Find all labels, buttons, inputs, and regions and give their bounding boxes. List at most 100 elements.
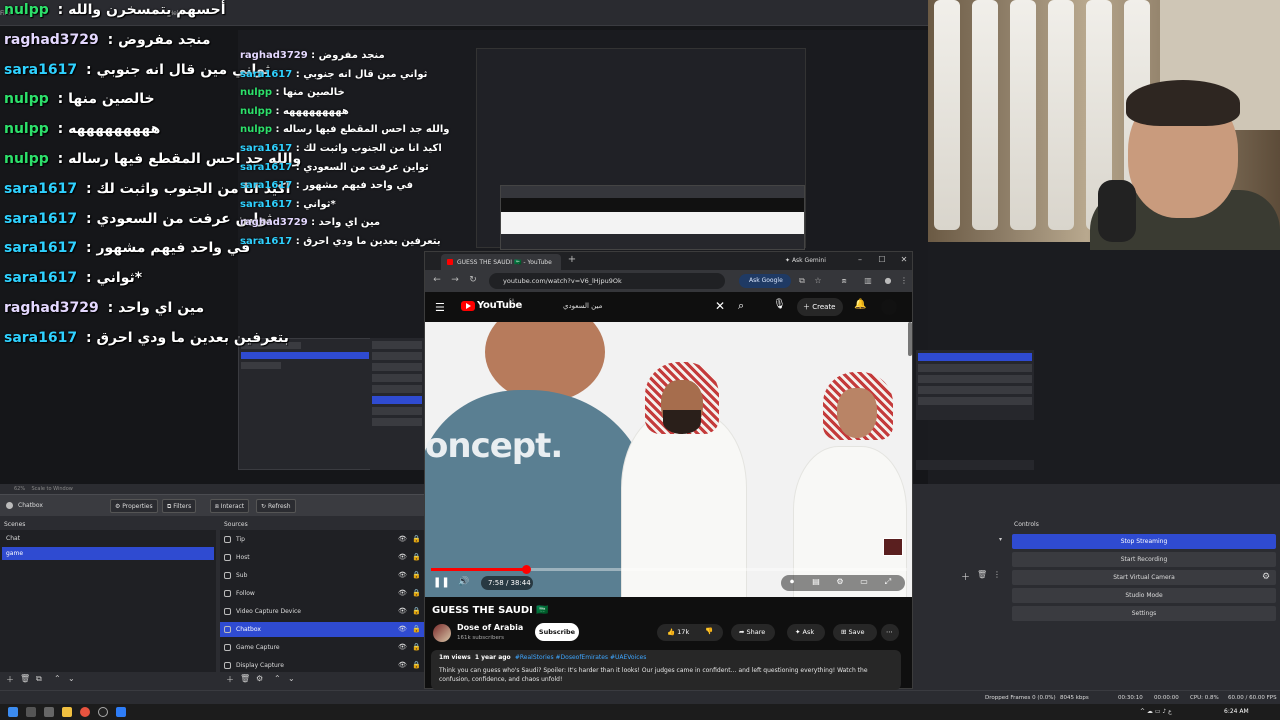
remove-source-icon[interactable]: 🗑: [240, 674, 250, 683]
clear-search-icon[interactable]: ✕: [715, 299, 725, 313]
youtube-search-input[interactable]: مين السعودي: [563, 302, 713, 310]
maximize-button[interactable]: ☐: [875, 255, 889, 267]
screenshot-icon[interactable]: ⧉: [797, 276, 807, 286]
more-actions-icon[interactable]: ⋯: [881, 624, 899, 641]
settings-gear-icon[interactable]: ⚙: [833, 577, 847, 589]
obs-icon[interactable]: [98, 707, 108, 717]
subtitles-icon[interactable]: ▤: [809, 577, 823, 589]
lock-icon[interactable]: 🔒: [412, 661, 421, 669]
system-tray[interactable]: ^ ☁ ▭ ♪ ع: [1140, 708, 1172, 715]
control-button[interactable]: Settings: [1012, 606, 1276, 621]
profile-icon[interactable]: ●: [883, 276, 893, 286]
new-tab-button[interactable]: +: [565, 254, 579, 268]
create-button[interactable]: ＋ Create: [797, 298, 843, 316]
transition-menu-icon[interactable]: ⋮: [993, 570, 1001, 579]
lock-icon[interactable]: 🔒: [412, 607, 421, 615]
start-icon[interactable]: [8, 707, 18, 717]
control-button[interactable]: Stop Streaming: [1012, 534, 1276, 549]
remove-scene-icon[interactable]: 🗑: [20, 674, 30, 683]
filters-button[interactable]: ⧉ Filters: [162, 499, 197, 513]
chrome-icon[interactable]: [80, 707, 90, 717]
move-down-icon[interactable]: ⌄: [68, 674, 75, 683]
remove-transition-icon[interactable]: 🗑: [977, 570, 987, 579]
browser-window[interactable]: GUESS THE SAUDI 🇸🇦 - YouTube + ✦ Ask Gem…: [424, 251, 913, 690]
reload-icon[interactable]: ↻: [467, 275, 479, 287]
scale-label[interactable]: Scale to Window: [31, 486, 72, 492]
scene-item[interactable]: Chat: [2, 532, 214, 545]
source-item[interactable]: Game Capture 👁 🔒: [220, 640, 424, 655]
video-player[interactable]: oncept. ❚❚ 🔊 7:58 / 38:44 ⏺ ▤ ⚙ ▭ ⤢: [425, 322, 912, 597]
source-item[interactable]: Host 👁 🔒: [220, 550, 424, 565]
pause-icon[interactable]: ❚❚: [433, 577, 450, 591]
source-item[interactable]: Display Capture 👁 🔒: [220, 658, 424, 673]
description-box[interactable]: 1m views 1 year ago #RealStories #Doseof…: [431, 650, 901, 690]
bookmark-star-icon[interactable]: ☆: [813, 276, 823, 286]
dislike-icon[interactable]: 👎: [705, 627, 713, 635]
add-source-icon[interactable]: ＋: [226, 674, 234, 685]
visibility-eye-icon[interactable]: 👁: [398, 589, 407, 597]
minimize-button[interactable]: –: [853, 255, 867, 267]
source-item[interactable]: Sub 👁 🔒: [220, 568, 424, 583]
scene-item[interactable]: game: [2, 547, 214, 560]
close-window-button[interactable]: ✕: [897, 255, 911, 267]
youtube-logo-text[interactable]: YouTube: [477, 300, 522, 311]
visibility-eye-icon[interactable]: 👁: [398, 607, 407, 615]
visibility-eye-icon[interactable]: 👁: [398, 625, 407, 633]
lock-icon[interactable]: 🔒: [412, 625, 421, 633]
visibility-eye-icon[interactable]: 👁: [398, 643, 407, 651]
interact-button[interactable]: ⧈ Interact: [210, 499, 250, 513]
visibility-eye-icon[interactable]: 👁: [398, 571, 407, 579]
source-properties-icon[interactable]: ⚙: [256, 674, 263, 683]
lock-icon[interactable]: 🔒: [412, 535, 421, 543]
source-up-icon[interactable]: ⌃: [274, 674, 281, 683]
extensions-icon[interactable]: ⧈: [839, 276, 849, 286]
theater-mode-icon[interactable]: ▭: [857, 577, 871, 589]
move-up-icon[interactable]: ⌃: [54, 674, 61, 683]
search-icon[interactable]: ⌕: [738, 299, 744, 313]
control-button[interactable]: Studio Mode: [1012, 588, 1276, 603]
control-button[interactable]: Start Virtual Camera: [1012, 570, 1276, 585]
fullscreen-icon[interactable]: ⤢: [881, 577, 895, 589]
volume-icon[interactable]: 🔊: [457, 577, 471, 591]
page-scrollbar[interactable]: [908, 322, 912, 356]
properties-button[interactable]: ⚙ Properties: [110, 499, 158, 513]
browser-menu-icon[interactable]: ⋮: [899, 276, 909, 286]
channel-name[interactable]: Dose of Arabia: [457, 623, 523, 632]
source-item[interactable]: Chatbox 👁 🔒: [220, 622, 424, 637]
notifications-bell-icon[interactable]: 🔔: [854, 299, 866, 310]
like-button[interactable]: 👍 17k 👎: [657, 624, 723, 641]
subscribe-button[interactable]: Subscribe: [535, 623, 579, 641]
lock-icon[interactable]: 🔒: [412, 643, 421, 651]
lock-icon[interactable]: 🔒: [412, 589, 421, 597]
control-button[interactable]: Start Recording: [1012, 552, 1276, 567]
app-icon[interactable]: [116, 707, 126, 717]
source-item[interactable]: Tip 👁 🔒: [220, 532, 424, 547]
lock-icon[interactable]: 🔒: [412, 571, 421, 579]
ask-gemini-button[interactable]: ✦ Ask Gemini: [785, 255, 841, 267]
task-view-icon[interactable]: [44, 707, 54, 717]
ask-button[interactable]: ✦ Ask: [787, 624, 825, 641]
hamburger-menu-icon[interactable]: ☰: [435, 301, 449, 314]
ask-google-button[interactable]: Ask Google: [739, 274, 791, 288]
visibility-eye-icon[interactable]: 👁: [398, 553, 407, 561]
account-avatar[interactable]: [881, 299, 897, 315]
file-explorer-icon[interactable]: [62, 707, 72, 717]
channel-avatar[interactable]: [433, 624, 451, 642]
visibility-eye-icon[interactable]: 👁: [398, 661, 407, 669]
save-button[interactable]: ⊞ Save: [833, 624, 877, 641]
add-transition-icon[interactable]: ＋: [961, 570, 970, 583]
hashtags[interactable]: #RealStories #DoseofEmirates #UAEVoices: [515, 654, 647, 661]
forward-icon[interactable]: →: [449, 275, 461, 287]
source-down-icon[interactable]: ⌄: [288, 674, 295, 683]
split-view-icon[interactable]: ▥: [863, 276, 873, 286]
source-item[interactable]: Follow 👁 🔒: [220, 586, 424, 601]
browser-tab[interactable]: GUESS THE SAUDI 🇸🇦 - YouTube: [441, 254, 561, 270]
virtual-camera-settings-icon[interactable]: ⚙: [1262, 572, 1270, 582]
address-bar[interactable]: youtube.com/watch?v=V6_lHjpu9Ok: [489, 273, 725, 289]
channel-watermark-icon[interactable]: [883, 538, 903, 556]
add-scene-icon[interactable]: ＋: [6, 674, 14, 685]
clock[interactable]: 6:24 AM: [1224, 708, 1249, 715]
mixer-dropdown-icon[interactable]: ▾: [999, 536, 1002, 543]
scene-filters-icon[interactable]: ⧉: [36, 674, 42, 684]
voice-search-icon[interactable]: 🎙: [773, 299, 786, 310]
